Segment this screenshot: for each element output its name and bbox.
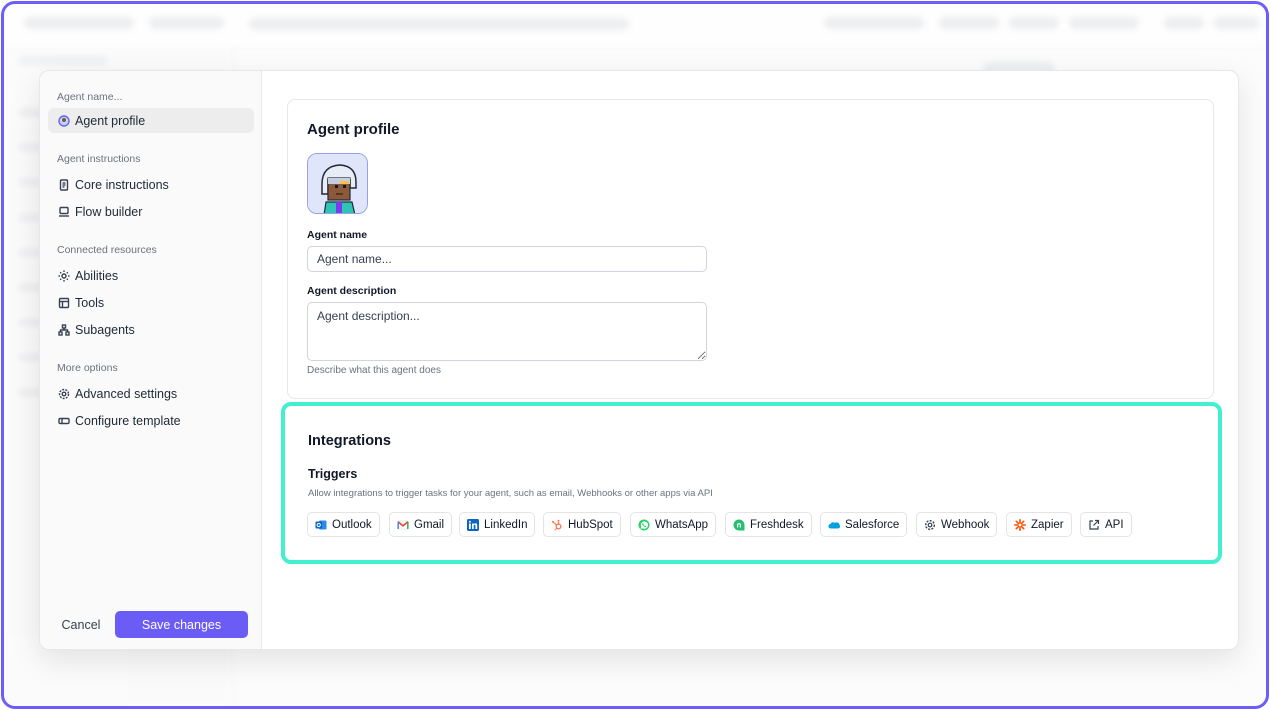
integration-salesforce[interactable]: Salesforce	[820, 512, 908, 537]
save-changes-button[interactable]: Save changes	[115, 611, 248, 638]
agent-name-input[interactable]	[307, 246, 707, 272]
integration-zapier[interactable]: Zapier	[1006, 512, 1072, 537]
integration-webhook[interactable]: Webhook	[916, 512, 998, 537]
integrations-title: Integrations	[308, 433, 391, 449]
toolbox-icon	[57, 296, 70, 309]
zapier-icon	[1014, 518, 1026, 531]
sidebar-item-tools[interactable]: Tools	[48, 290, 254, 315]
chip-label: HubSpot	[568, 518, 613, 531]
salesforce-icon	[828, 519, 840, 531]
gear-icon	[57, 387, 70, 400]
sidebar-section-title: Agent instructions	[57, 153, 141, 165]
integration-api[interactable]: API	[1080, 512, 1132, 537]
gear-icon	[924, 519, 936, 531]
chip-label: WhatsApp	[655, 518, 709, 531]
whatsapp-icon	[638, 519, 650, 531]
cancel-button[interactable]: Cancel	[53, 611, 109, 638]
hierarchy-icon	[57, 323, 70, 336]
chip-label: Salesforce	[845, 518, 900, 531]
chip-label: Gmail	[414, 518, 445, 531]
sidebar-section-title: Connected resources	[57, 244, 157, 256]
chip-label: Freshdesk	[750, 518, 804, 531]
chip-label: Zapier	[1031, 518, 1064, 531]
sidebar-item-agent-profile[interactable]: Agent profile	[48, 108, 254, 133]
sidebar-item-label: Core instructions	[75, 177, 169, 192]
integration-gmail[interactable]: Gmail	[389, 512, 453, 537]
integration-linkedin[interactable]: LinkedIn	[459, 512, 536, 537]
sidebar-item-configure-template[interactable]: Configure template	[48, 408, 254, 433]
document-icon	[57, 178, 70, 191]
agent-description-label: Agent description	[307, 285, 397, 297]
integration-freshdesk[interactable]: Freshdesk	[725, 512, 812, 537]
sidebar-item-label: Agent profile	[75, 113, 146, 128]
agent-description-input[interactable]	[307, 302, 707, 361]
sidebar-item-label: Configure template	[75, 413, 181, 428]
integration-whatsapp[interactable]: WhatsApp	[630, 512, 717, 537]
chip-label: Outlook	[332, 518, 372, 531]
agent-name-label: Agent name	[307, 229, 368, 241]
integrations-section: Integrations Triggers Allow integrations…	[281, 402, 1222, 564]
outlook-icon	[315, 519, 327, 531]
sidebar-header: Agent name...	[57, 91, 123, 103]
sidebar-item-label: Tools	[75, 295, 105, 310]
modal-sidebar: Agent name... Agent profile Agent instru…	[40, 71, 262, 649]
sidebar-item-core-instructions[interactable]: Core instructions	[48, 172, 254, 197]
agent-settings-modal: Agent name... Agent profile Agent instru…	[39, 70, 1239, 650]
agent-avatar[interactable]	[307, 153, 368, 214]
sidebar-item-label: Flow builder	[75, 204, 143, 219]
pixel-avatar-icon	[308, 154, 367, 213]
description-help-text: Describe what this agent does	[307, 365, 441, 376]
triggers-description: Allow integrations to trigger tasks for …	[308, 488, 713, 499]
screen-frame: Agent name... Agent profile Agent instru…	[1, 1, 1269, 709]
sidebar-item-abilities[interactable]: Abilities	[48, 263, 254, 288]
integration-hubspot[interactable]: HubSpot	[543, 512, 621, 537]
agent-profile-card: Agent profile Agent name Agent descri	[287, 99, 1214, 399]
freshdesk-icon	[733, 519, 745, 531]
hubspot-icon	[551, 519, 563, 531]
sidebar-item-advanced-settings[interactable]: Advanced settings	[48, 381, 254, 406]
monitor-icon	[57, 205, 70, 218]
sidebar-item-label: Abilities	[75, 268, 119, 283]
chip-label: Webhook	[941, 518, 990, 531]
sun-icon	[57, 269, 70, 282]
chip-label: LinkedIn	[484, 518, 528, 531]
integration-outlook[interactable]: Outlook	[307, 512, 380, 537]
agent-avatar-icon	[57, 114, 70, 127]
card-title: Agent profile	[307, 121, 400, 138]
gmail-icon	[397, 519, 409, 531]
triggers-title: Triggers	[308, 467, 358, 481]
chip-label: API	[1105, 518, 1124, 531]
toggle-icon	[57, 414, 70, 427]
sidebar-item-label: Subagents	[75, 322, 135, 337]
linkedin-icon	[467, 518, 479, 531]
sidebar-section-title: More options	[57, 362, 118, 374]
sidebar-item-label: Advanced settings	[75, 386, 178, 401]
external-link-icon	[1088, 519, 1100, 531]
sidebar-item-subagents[interactable]: Subagents	[48, 317, 254, 342]
sidebar-item-flow-builder[interactable]: Flow builder	[48, 199, 254, 224]
